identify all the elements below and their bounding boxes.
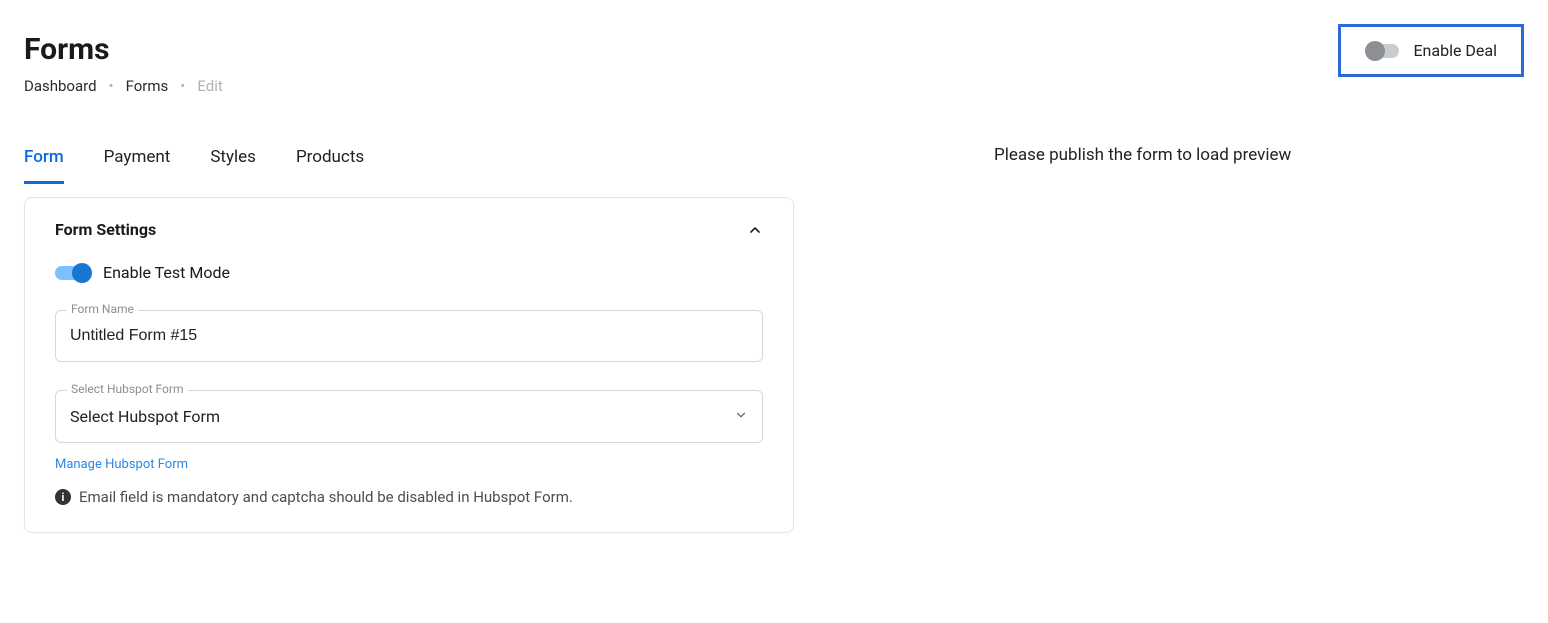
hubspot-select-field: Select Hubspot Form Select Hubspot Form xyxy=(55,390,763,443)
breadcrumb-separator: • xyxy=(109,77,114,95)
form-name-label: Form Name xyxy=(67,302,138,316)
chevron-down-icon xyxy=(734,407,748,426)
hubspot-select[interactable]: Select Hubspot Form xyxy=(55,390,763,443)
hubspot-select-value: Select Hubspot Form xyxy=(70,407,220,426)
breadcrumb-separator: • xyxy=(180,77,185,95)
tab-products[interactable]: Products xyxy=(296,145,364,184)
page-title: Forms xyxy=(24,32,223,67)
enable-deal-container: Enable Deal xyxy=(1338,24,1524,77)
breadcrumb-dashboard[interactable]: Dashboard xyxy=(24,77,97,95)
breadcrumb-forms[interactable]: Forms xyxy=(126,77,169,95)
tab-styles[interactable]: Styles xyxy=(210,145,256,184)
hubspot-select-label: Select Hubspot Form xyxy=(67,382,188,396)
chevron-up-icon[interactable] xyxy=(747,222,763,238)
info-icon: i xyxy=(55,489,71,505)
test-mode-toggle[interactable] xyxy=(55,266,89,280)
hubspot-note: Email field is mandatory and captcha sho… xyxy=(79,488,573,506)
form-settings-card: Form Settings Enable Test Mode Form Name… xyxy=(24,197,794,533)
form-name-field: Form Name xyxy=(55,310,763,362)
card-title: Form Settings xyxy=(55,220,156,239)
tabs: Form Payment Styles Products xyxy=(24,145,794,185)
preview-message: Please publish the form to load preview xyxy=(994,145,1291,165)
enable-deal-toggle[interactable] xyxy=(1365,44,1399,58)
form-name-input[interactable] xyxy=(55,310,763,362)
tab-form[interactable]: Form xyxy=(24,145,64,184)
manage-hubspot-link[interactable]: Manage Hubspot Form xyxy=(55,457,188,472)
enable-deal-label: Enable Deal xyxy=(1413,41,1497,60)
test-mode-label: Enable Test Mode xyxy=(103,263,230,282)
tab-payment[interactable]: Payment xyxy=(104,145,171,184)
breadcrumb: Dashboard • Forms • Edit xyxy=(24,77,223,95)
breadcrumb-edit: Edit xyxy=(197,77,222,95)
